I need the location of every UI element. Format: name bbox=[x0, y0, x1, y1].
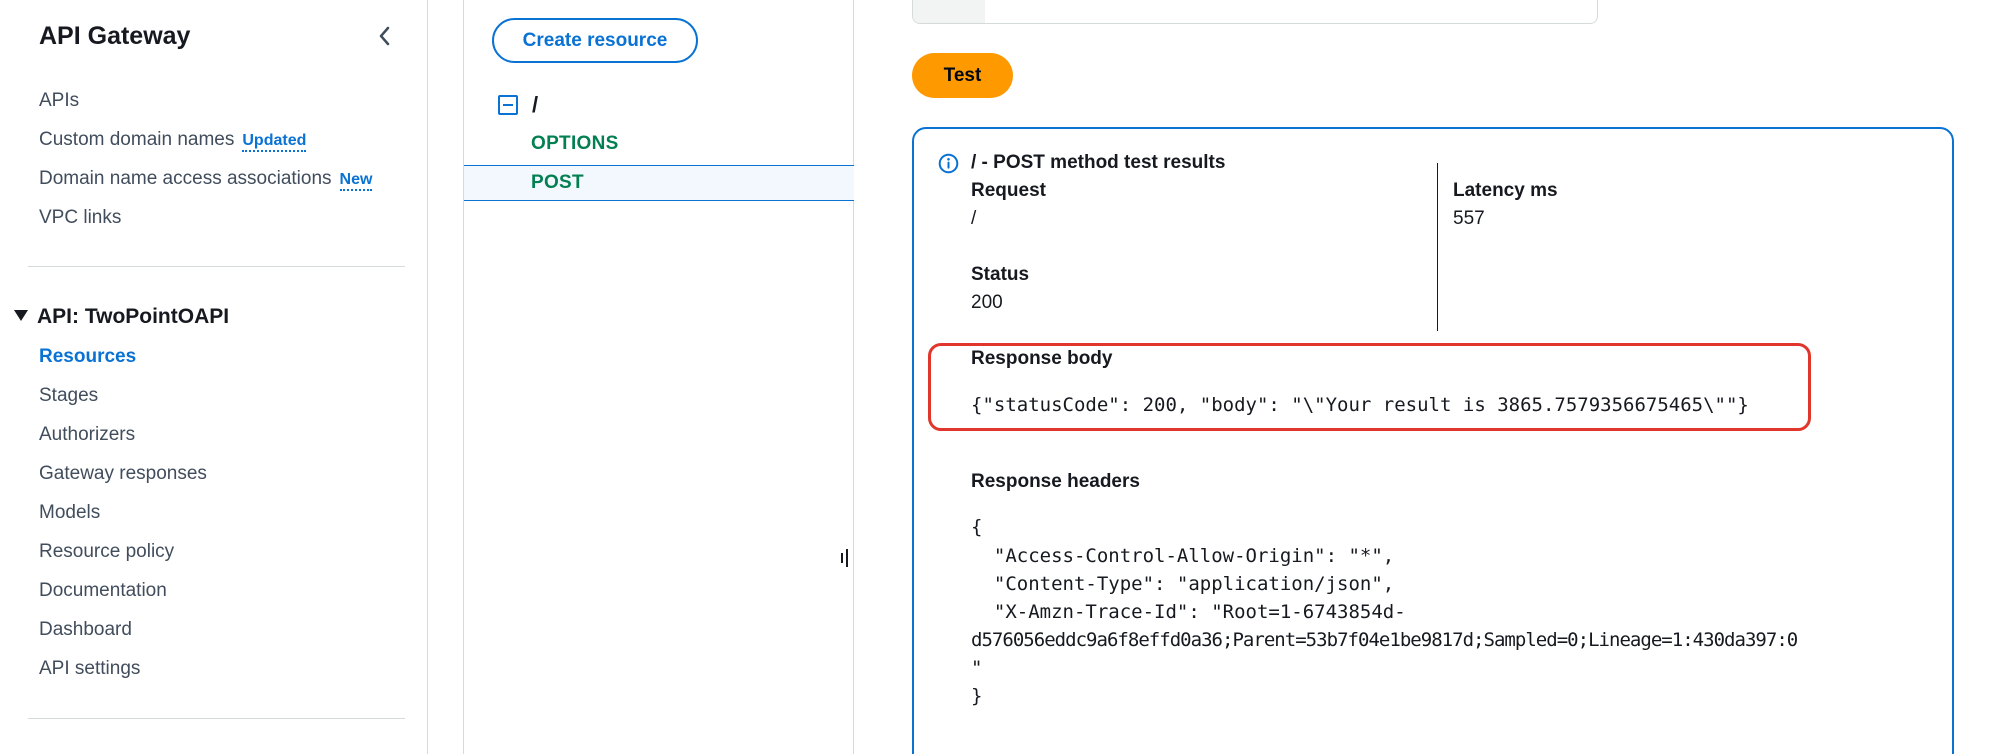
sidebar-item-stages[interactable]: Stages bbox=[39, 385, 98, 407]
info-icon bbox=[938, 153, 959, 174]
create-resource-button[interactable]: Create resource bbox=[492, 18, 698, 63]
test-button[interactable]: Test bbox=[912, 53, 1013, 98]
request-value: / bbox=[971, 208, 977, 229]
response-headers-line: { bbox=[971, 516, 983, 538]
navigation-sidebar: API Gateway APIs Custom domain names Upda… bbox=[0, 0, 428, 754]
response-headers-line: "Content-Type": "application/json", bbox=[971, 573, 1395, 595]
request-body-editor[interactable] bbox=[912, 0, 1598, 24]
editor-gutter bbox=[913, 0, 985, 23]
sidebar-link-label: Custom domain names bbox=[39, 129, 235, 150]
collapse-tree-icon[interactable] bbox=[498, 95, 518, 115]
sidebar-item-models[interactable]: Models bbox=[39, 502, 100, 524]
panel-resize-handle[interactable] bbox=[841, 549, 849, 567]
sidebar-link-custom-domain-names[interactable]: Custom domain names Updated bbox=[39, 129, 307, 152]
sidebar-title: API Gateway bbox=[39, 22, 191, 50]
status-value: 200 bbox=[971, 292, 1003, 313]
sidebar-item-documentation[interactable]: Documentation bbox=[39, 580, 167, 602]
response-headers-line: "X-Amzn-Trace-Id": "Root=1-6743854d- bbox=[971, 601, 1406, 623]
sidebar-item-resource-policy[interactable]: Resource policy bbox=[39, 541, 174, 563]
response-headers-line: "Access-Control-Allow-Origin": "*", bbox=[971, 545, 1395, 567]
status-label: Status bbox=[971, 264, 1030, 285]
resource-tree-root[interactable]: / bbox=[498, 92, 538, 118]
caret-down-icon bbox=[14, 310, 28, 321]
sidebar-divider bbox=[28, 718, 405, 719]
sidebar-link-apis[interactable]: APIs bbox=[39, 90, 79, 112]
sidebar-link-label: APIs bbox=[39, 90, 80, 111]
sidebar-divider bbox=[28, 266, 405, 267]
response-headers-line: " bbox=[971, 657, 983, 679]
response-headers-line: d576056eddc9a6f8effd0a36;Parent=53b7f04e… bbox=[971, 629, 1798, 651]
response-body-label: Response body bbox=[971, 348, 1113, 369]
response-headers-label: Response headers bbox=[971, 471, 1140, 492]
sidebar-link-domain-name-access-associations[interactable]: Domain name access associations New bbox=[39, 168, 373, 191]
sidebar-link-vpc-links[interactable]: VPC links bbox=[39, 207, 121, 229]
tree-method-options[interactable]: OPTIONS bbox=[531, 133, 619, 155]
tree-selected-row bbox=[464, 165, 854, 201]
request-label: Request bbox=[971, 180, 1046, 201]
api-section-label: API: TwoPointOAPI bbox=[37, 305, 230, 328]
sidebar-link-label: VPC links bbox=[39, 207, 122, 228]
column-divider bbox=[1437, 163, 1438, 331]
sidebar-link-label: Domain name access associations bbox=[39, 168, 332, 189]
resize-grip-icon bbox=[841, 553, 843, 563]
new-badge: New bbox=[339, 171, 373, 191]
resource-path: / bbox=[532, 92, 539, 117]
sidebar-item-gateway-responses[interactable]: Gateway responses bbox=[39, 463, 207, 485]
test-results-panel bbox=[912, 127, 1954, 754]
updated-badge: Updated bbox=[242, 132, 307, 152]
sidebar-item-resources[interactable]: Resources bbox=[39, 346, 136, 368]
collapse-sidebar-icon[interactable] bbox=[373, 22, 397, 50]
latency-value: 557 bbox=[1453, 208, 1485, 229]
resize-grip-icon bbox=[846, 549, 848, 567]
tree-method-post[interactable]: POST bbox=[531, 172, 584, 194]
response-body-value: {"statusCode": 200, "body": "\"Your resu… bbox=[971, 394, 1749, 416]
test-results-title: / - POST method test results bbox=[971, 152, 1226, 173]
api-section-toggle[interactable]: API: TwoPointOAPI bbox=[14, 305, 229, 329]
response-headers-line: } bbox=[971, 685, 983, 707]
sidebar-item-api-settings[interactable]: API settings bbox=[39, 658, 140, 680]
sidebar-item-authorizers[interactable]: Authorizers bbox=[39, 424, 135, 446]
sidebar-item-dashboard[interactable]: Dashboard bbox=[39, 619, 132, 641]
latency-label: Latency ms bbox=[1453, 180, 1558, 201]
